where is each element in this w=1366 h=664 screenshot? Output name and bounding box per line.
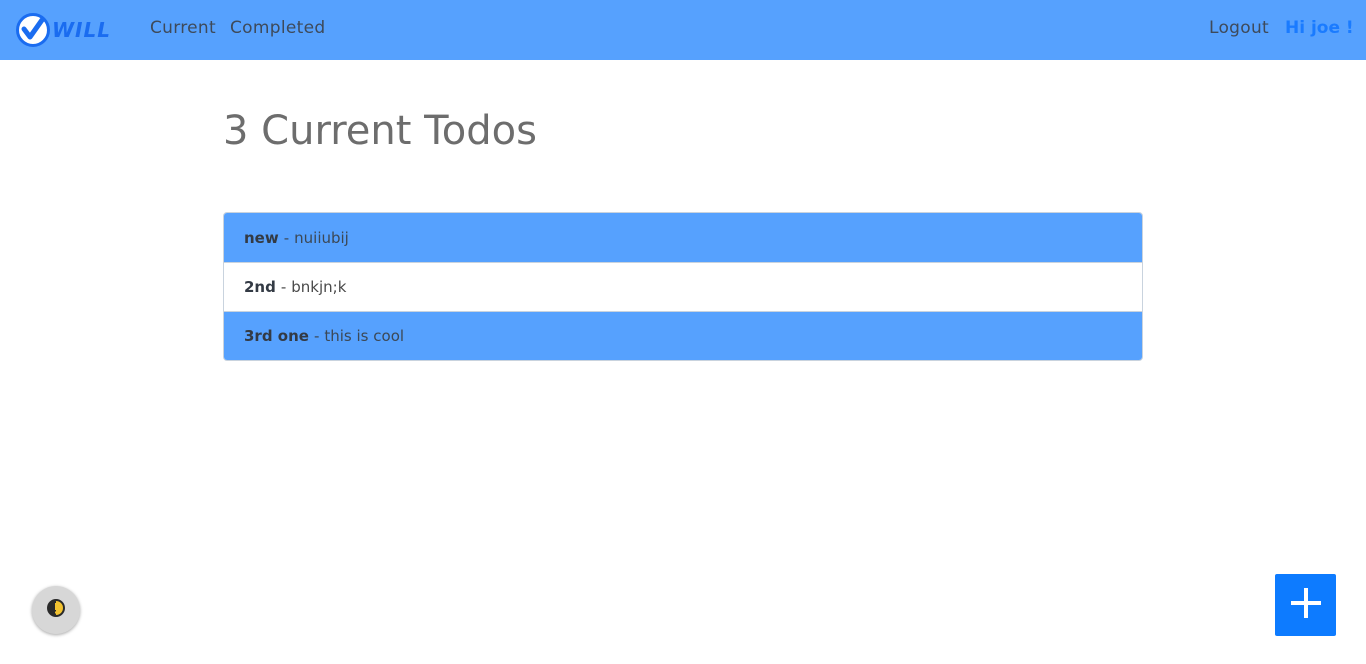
nav-link-logout[interactable]: Logout — [1209, 18, 1269, 38]
todo-title: 2nd — [244, 278, 276, 296]
plus-icon — [1289, 586, 1323, 624]
nav-link-current[interactable]: Current — [150, 18, 216, 38]
todo-description: bnkjn;k — [291, 278, 347, 296]
todo-separator: - — [283, 228, 290, 247]
page-title: 3 Current Todos — [223, 108, 537, 154]
todo-item[interactable]: new - nuiiubij — [224, 213, 1142, 262]
brand-text: WILL — [52, 18, 111, 42]
help-bubble-icon — [46, 598, 66, 622]
todo-item[interactable]: 3rd one - this is cool — [224, 311, 1142, 360]
brand-logo[interactable]: WILL — [16, 13, 128, 47]
user-greeting[interactable]: Hi joe ! — [1285, 18, 1354, 38]
todo-title: new — [244, 228, 279, 247]
todo-item[interactable]: 2nd - bnkjn;k — [224, 262, 1142, 311]
todo-list: new - nuiiubij 2nd - bnkjn;k 3rd one - t… — [223, 212, 1143, 361]
top-navbar: WILL Current Completed Logout Hi joe ! — [0, 0, 1366, 60]
nav-link-completed[interactable]: Completed — [230, 18, 325, 38]
todo-description: this is cool — [324, 327, 405, 345]
todo-description: nuiiubij — [294, 228, 349, 247]
todo-separator: - — [280, 278, 287, 296]
todo-title: 3rd one — [244, 327, 309, 345]
help-bubble-button[interactable] — [32, 586, 80, 634]
add-todo-button[interactable] — [1275, 574, 1336, 636]
todo-separator: - — [313, 327, 320, 345]
check-mark-icon — [16, 13, 50, 47]
